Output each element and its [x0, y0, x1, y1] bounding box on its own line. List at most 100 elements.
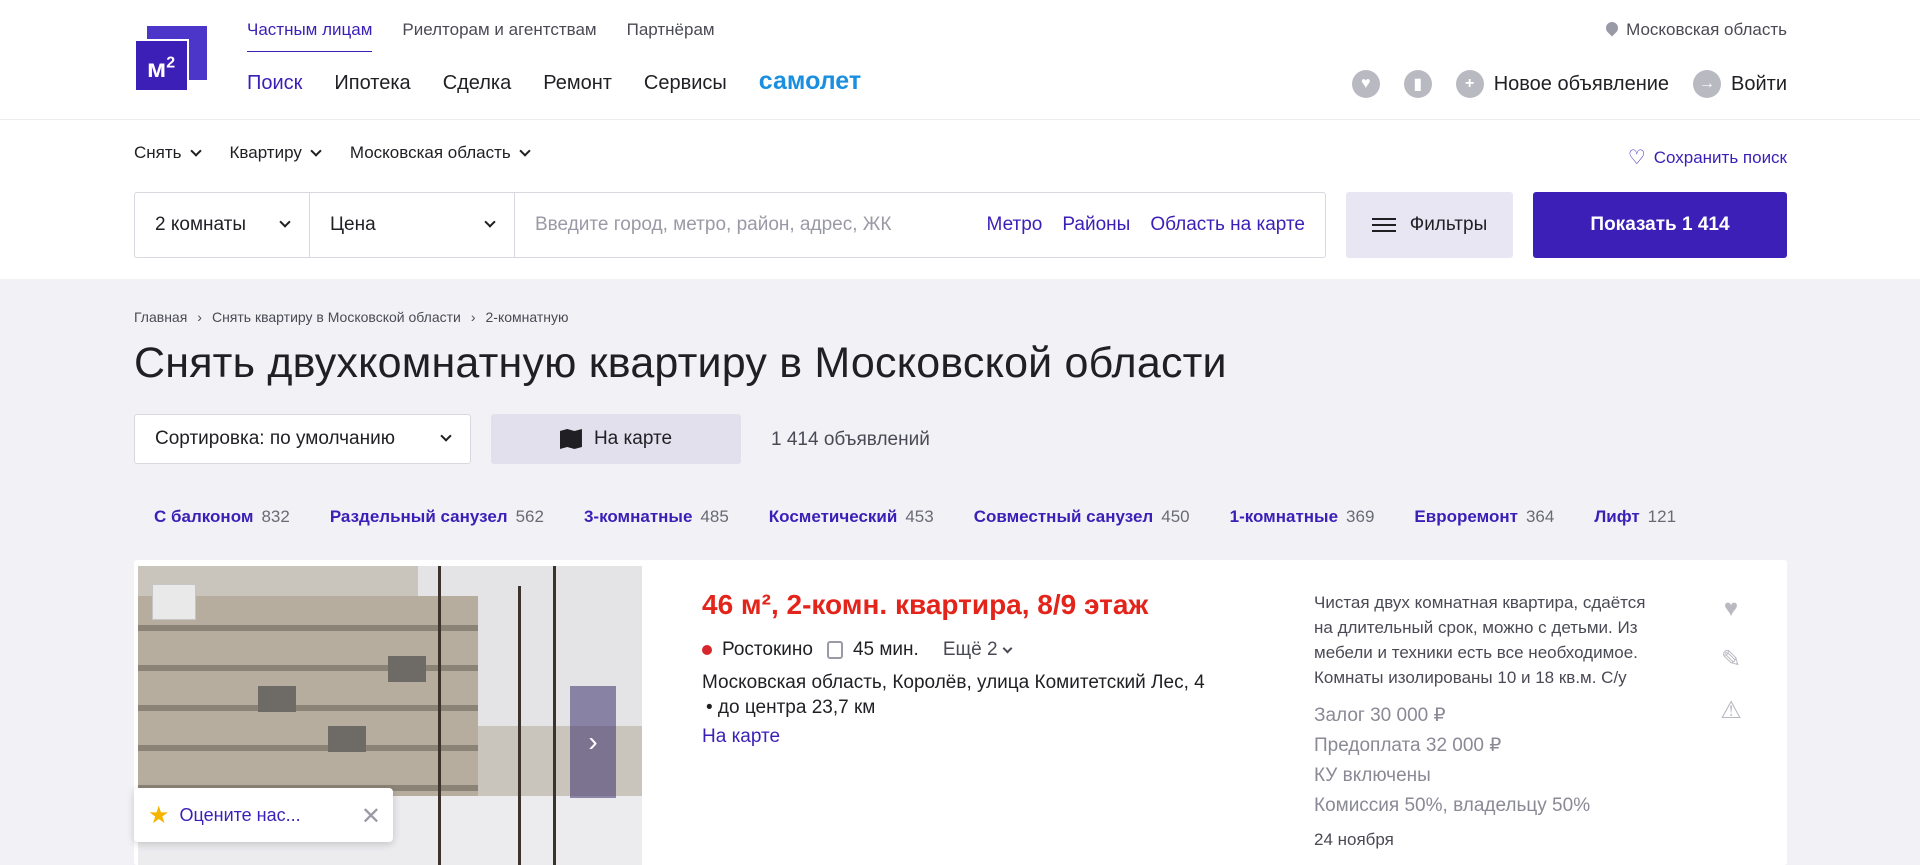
chip-elevator[interactable]: Лифт 121 [1594, 507, 1676, 527]
breadcrumb-home[interactable]: Главная [134, 309, 187, 325]
rate-us-toast[interactable]: ★ Оцените нас... ✕ [134, 788, 393, 842]
chip-count: 369 [1346, 507, 1375, 526]
plus-icon: + [1455, 70, 1484, 98]
chip-cosmetic[interactable]: Косметический 453 [769, 507, 934, 527]
on-map-label: На карте [593, 428, 673, 449]
chip-count: 485 [700, 507, 729, 526]
favorites-icon[interactable]: ♥ [1351, 70, 1380, 98]
chip-count: 832 [261, 507, 290, 526]
star-icon: ★ [148, 801, 170, 829]
listing-address: Московская область, Королёв, улица Комит… [702, 672, 1205, 693]
property-type-dropdown[interactable]: Квартиру [229, 143, 322, 163]
new-ad-label: Новое объявление [1493, 72, 1670, 95]
chip-euro-renovation[interactable]: Евроремонт 364 [1414, 507, 1554, 527]
photo-window [258, 686, 296, 712]
listing-metro-row: Ростокино 45 мин. Ещё 2 [702, 639, 1012, 661]
listing-date: 24 ноября [1314, 830, 1394, 849]
chip-count: 364 [1525, 507, 1555, 526]
heart-search-icon: ♡ [1627, 147, 1646, 169]
nav-deal[interactable]: Сделка [443, 72, 512, 96]
nav-realtors[interactable]: Риелторам и агентствам [402, 20, 596, 52]
save-search-button[interactable]: ♡ Сохранить поиск [1628, 145, 1787, 170]
chip-count: 121 [1647, 507, 1677, 526]
photo-tree [553, 566, 556, 865]
header-actions: ♥ ▮ + Новое объявление → Войти [1351, 70, 1787, 98]
nav-mortgage[interactable]: Ипотека [334, 72, 410, 96]
save-search-label: Сохранить поиск [1653, 147, 1787, 167]
breadcrumb-current: 2-комнатную [485, 309, 569, 325]
m2-logo[interactable]: м2 [134, 26, 207, 92]
note-pencil-icon[interactable]: ✎ [1716, 645, 1746, 674]
nav-repair[interactable]: Ремонт [543, 72, 612, 96]
show-results-button[interactable]: Показать 1 414 [1533, 192, 1787, 258]
results-area: Главная › Снять квартиру в Московской об… [0, 279, 1920, 865]
photo-next-arrow-icon[interactable]: › [570, 686, 616, 798]
nav-search[interactable]: Поиск [247, 72, 302, 96]
listing-distance: • до центра 23,7 км [706, 697, 876, 718]
listing-title[interactable]: 46 м², 2-комн. квартира, 8/9 этаж [702, 589, 1148, 621]
main-nav: Поиск Ипотека Сделка Ремонт Сервисы само… [247, 67, 861, 96]
favorite-heart-icon[interactable]: ♥ [1716, 595, 1746, 623]
on-map-button[interactable]: На карте [491, 414, 741, 464]
rate-us-label: Оцените нас... [179, 804, 301, 825]
breadcrumb: Главная › Снять квартиру в Московской об… [134, 309, 569, 325]
chevron-down-icon [440, 430, 452, 442]
chip-balcony[interactable]: С балконом 832 [154, 507, 290, 527]
chevron-down-icon [1002, 643, 1012, 654]
login-label: Войти [1731, 72, 1787, 95]
chip-label: Раздельный санузел [329, 507, 508, 526]
bookmark-icon[interactable]: ▮ [1403, 70, 1432, 98]
report-warning-icon[interactable]: ⚠ [1716, 696, 1746, 725]
chip-count: 562 [515, 507, 544, 526]
page-title: Снять двухкомнатную квартиру в Московско… [134, 339, 1227, 387]
nav-partners[interactable]: Партнёрам [627, 20, 715, 52]
price-value: Цена [330, 214, 376, 235]
deal-label: Снять [134, 143, 182, 162]
region-selector[interactable]: Московская область [1606, 20, 1787, 40]
filters-button[interactable]: Фильтры [1346, 192, 1513, 258]
close-icon[interactable]: ✕ [361, 802, 381, 831]
prepayment: Предоплата 32 000 ₽ [1314, 735, 1502, 756]
more-stations-toggle[interactable]: Ещё 2 [942, 639, 1012, 661]
photo-window [388, 656, 426, 682]
rooms-select[interactable]: 2 комнаты [135, 193, 310, 257]
new-ad-button[interactable]: + Новое объявление [1455, 70, 1670, 98]
metro-link[interactable]: Метро [987, 214, 1043, 236]
login-arrow-icon: → [1693, 70, 1722, 98]
samolet-brand-link[interactable]: самолет [759, 67, 861, 96]
more-label: Ещё 2 [942, 639, 998, 660]
login-button[interactable]: → Войти [1693, 70, 1787, 98]
location-input-wrap [515, 193, 987, 257]
deal-dropdown[interactable]: Снять [134, 143, 202, 163]
sliders-icon [1371, 215, 1396, 235]
chip-combined-bathroom[interactable]: Совместный санузел 450 [974, 507, 1190, 527]
chip-3-rooms[interactable]: 3-комнатные 485 [584, 507, 729, 527]
results-count: 1 414 объявлений [771, 429, 930, 450]
chevron-down-icon [279, 216, 291, 228]
travel-time: 45 мин. [852, 639, 919, 660]
nav-private[interactable]: Частным лицам [247, 20, 373, 52]
chip-label: Косметический [768, 507, 898, 526]
listing-actions: ♥ ✎ ⚠ [1716, 595, 1746, 725]
listing-on-map-link[interactable]: На карте [702, 726, 780, 748]
location-search-input[interactable] [535, 214, 967, 236]
type-label: Квартиру [229, 143, 302, 162]
chip-1-room[interactable]: 1-комнатные 369 [1230, 507, 1375, 527]
region-label: Московская область [1626, 20, 1787, 39]
audience-nav: Частным лицам Риелторам и агентствам Пар… [247, 20, 715, 52]
sort-select[interactable]: Сортировка: по умолчанию [134, 414, 471, 464]
chevron-down-icon [310, 145, 322, 157]
chip-label: 1-комнатные [1229, 507, 1339, 526]
price-select[interactable]: Цена [310, 193, 515, 257]
utilities: КУ включены [1314, 765, 1431, 786]
chip-separate-bathroom[interactable]: Раздельный санузел 562 [330, 507, 544, 527]
sort-label: Сортировка: по умолчанию [155, 428, 395, 449]
region-dropdown[interactable]: Московская область [350, 143, 531, 163]
chevron-down-icon [519, 145, 531, 157]
chip-count: 450 [1161, 507, 1190, 526]
breadcrumb-rent[interactable]: Снять квартиру в Московской области [212, 309, 461, 325]
listing-terms: Залог 30 000 ₽ Предоплата 32 000 ₽ КУ вк… [1314, 701, 1590, 821]
nav-services[interactable]: Сервисы [644, 72, 727, 96]
map-area-link[interactable]: Область на карте [1150, 214, 1305, 236]
districts-link[interactable]: Районы [1062, 214, 1130, 236]
